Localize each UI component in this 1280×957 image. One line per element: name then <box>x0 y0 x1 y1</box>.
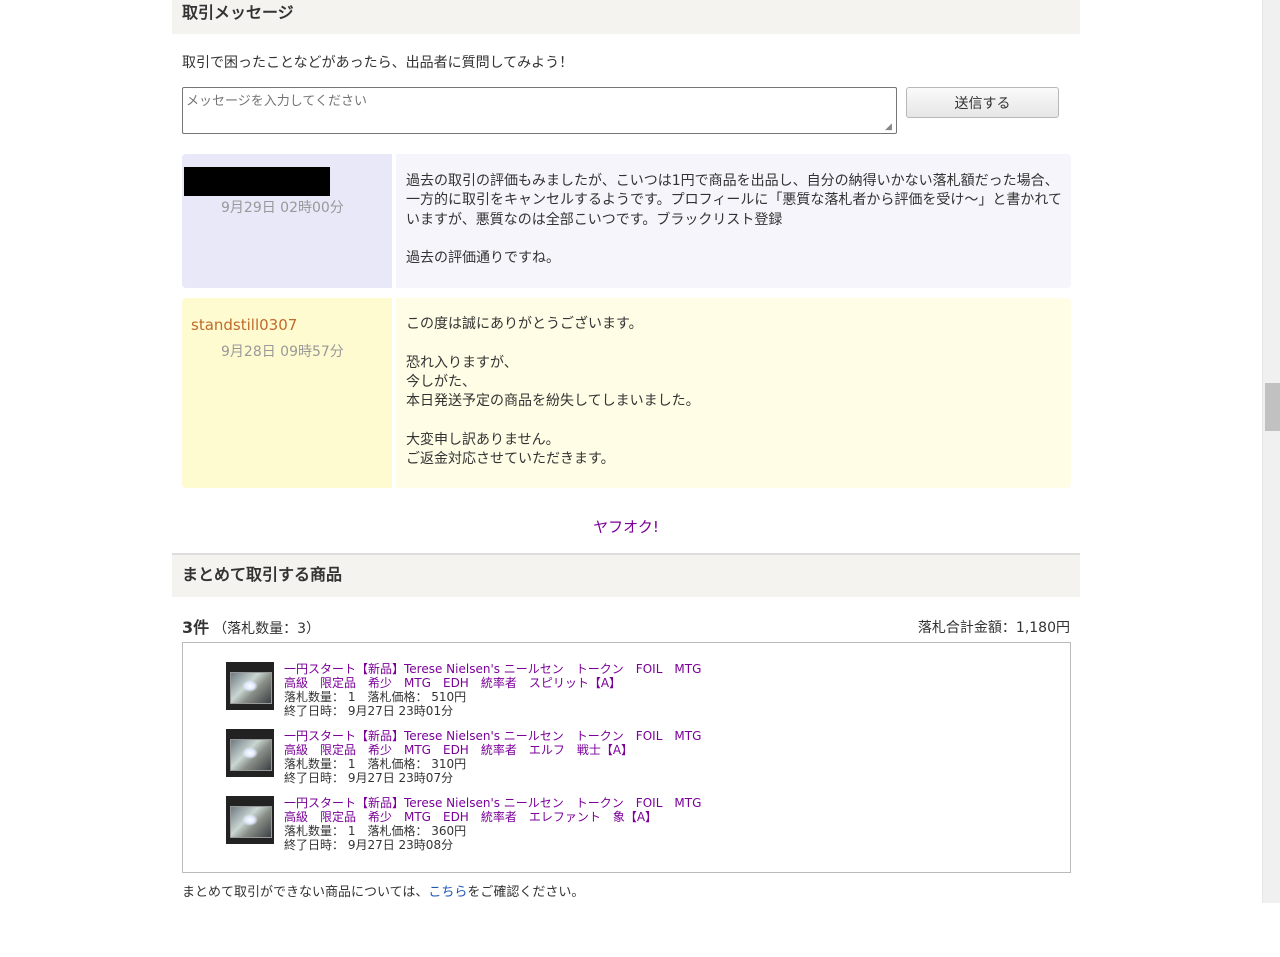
message-date: 9月28日 09時57分 <box>221 344 344 360</box>
message-text: 過去の取引の評価もみましたが、こいつは1円で商品を出品し、自分の納得いかない落札… <box>406 173 1062 267</box>
section-title-bundle: まとめて取引する商品 <box>172 555 1080 597</box>
item-meta: 落札数量： 1 落札価格： 360円 終了日時： 9月27日 23時08分 <box>284 824 466 852</box>
footnote-link[interactable]: こちら <box>428 885 467 900</box>
send-button[interactable]: 送信する <box>906 87 1059 118</box>
message-row: 9月29日 02時00分 過去の取引の評価もみましたが、こいつは1円で商品を出品… <box>182 154 1071 288</box>
resize-grip-icon[interactable]: ◢ <box>885 122 895 132</box>
item-count-value: 3件 <box>182 618 210 637</box>
item-count-quantity: （落札数量：3） <box>213 621 321 637</box>
sender-name: standstill0307 <box>191 316 298 334</box>
message-input[interactable] <box>182 87 897 134</box>
message-meta: standstill0307 9月28日 09時57分 <box>182 298 392 488</box>
yahoo-auction-link-text[interactable]: ヤフオク! <box>593 518 659 536</box>
item-title-link[interactable]: 一円スタート【新品】Terese Nielsen's ニールセン トークン FO… <box>284 729 713 757</box>
item-qty-price: 落札数量： 1 落札価格： 310円 <box>284 757 467 771</box>
section-title-messages: 取引メッセージ <box>172 0 1080 34</box>
item-end-time: 終了日時： 9月27日 23時08分 <box>284 838 454 852</box>
footnote: まとめて取引ができない商品については、こちらをご確認ください。 <box>182 881 584 900</box>
item-qty-price: 落札数量： 1 落札価格： 360円 <box>284 824 467 838</box>
item-meta: 落札数量： 1 落札価格： 510円 終了日時： 9月27日 23時01分 <box>284 690 466 718</box>
redacted-sender-name <box>184 167 330 196</box>
item-qty-price: 落札数量： 1 落札価格： 510円 <box>284 690 467 704</box>
scrollbar-thumb[interactable] <box>1265 383 1280 431</box>
item-meta: 落札数量： 1 落札価格： 310円 終了日時： 9月27日 23時07分 <box>284 757 466 785</box>
item-count: 3件 （落札数量：3） <box>182 614 320 638</box>
scrollbar-gap <box>1262 903 1280 957</box>
total-winning-price: 落札合計金額：1,180円 <box>917 620 1070 636</box>
message-date: 9月29日 02時00分 <box>221 200 344 216</box>
footnote-text-after: をご確認ください。 <box>467 885 585 900</box>
item-thumbnail[interactable] <box>226 729 274 777</box>
item-thumbnail[interactable] <box>226 796 274 844</box>
bundle-items-list: 一円スタート【新品】Terese Nielsen's ニールセン トークン FO… <box>182 642 1071 873</box>
message-meta: 9月29日 02時00分 <box>182 154 392 288</box>
item-title-link[interactable]: 一円スタート【新品】Terese Nielsen's ニールセン トークン FO… <box>284 796 713 824</box>
main-content: 取引メッセージ 取引で困ったことなどがあったら、出品者に質問してみよう！ ◢ 送… <box>172 0 1080 900</box>
intro-text: 取引で困ったことなどがあったら、出品者に質問してみよう！ <box>182 55 574 71</box>
item-title-link[interactable]: 一円スタート【新品】Terese Nielsen's ニールセン トークン FO… <box>284 662 713 690</box>
footnote-text: まとめて取引ができない商品については、 <box>182 885 429 900</box>
message-row: standstill0307 9月28日 09時57分 この度は誠にありがとうご… <box>182 298 1071 488</box>
item-end-time: 終了日時： 9月27日 23時07分 <box>284 771 454 785</box>
page-scrollbar[interactable] <box>1262 0 1280 903</box>
yahoo-auction-link[interactable]: ヤフオク! <box>172 516 1080 537</box>
item-end-time: 終了日時： 9月27日 23時01分 <box>284 704 454 718</box>
message-body: この度は誠にありがとうございます。 恐れ入りますが、 今しがた、 本日発送予定の… <box>396 298 1071 488</box>
item-thumbnail[interactable] <box>226 662 274 710</box>
message-text: この度は誠にありがとうございます。 恐れ入りますが、 今しがた、 本日発送予定の… <box>406 316 700 468</box>
message-body: 過去の取引の評価もみましたが、こいつは1円で商品を出品し、自分の納得いかない落札… <box>396 154 1071 288</box>
